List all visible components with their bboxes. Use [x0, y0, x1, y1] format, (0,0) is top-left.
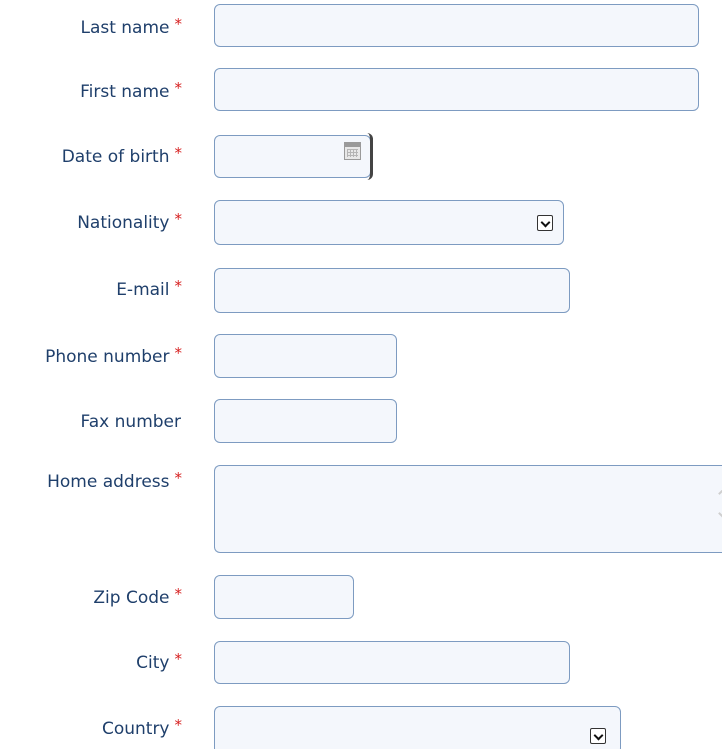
zip-code-label-text: Zip Code — [93, 588, 170, 608]
email-input[interactable] — [214, 268, 570, 313]
email-label-text: E-mail — [116, 280, 170, 300]
date-of-birth-label: Date of birth * — [61, 144, 183, 167]
first-name-input[interactable] — [214, 68, 699, 111]
last-name-label: Last name * — [80, 15, 183, 38]
first-name-label: First name * — [80, 79, 183, 102]
date-of-birth-label-text: Date of birth — [61, 147, 170, 167]
scroll-down-icon[interactable] — [718, 507, 722, 520]
last-name-label-text: Last name — [80, 18, 170, 38]
zip-code-input[interactable] — [214, 575, 354, 619]
nationality-label-text: Nationality — [77, 213, 170, 233]
required-marker: * — [174, 15, 183, 33]
date-picker-wrap — [214, 133, 373, 180]
email-label: E-mail * — [116, 277, 183, 300]
chevron-down-icon[interactable] — [537, 214, 553, 231]
chevron-down-icon[interactable] — [590, 728, 606, 744]
required-marker: * — [174, 469, 183, 487]
required-marker: * — [174, 79, 183, 97]
home-address-label: Home address * — [47, 469, 183, 492]
fax-number-input[interactable] — [214, 399, 397, 443]
country-label-text: Country — [101, 719, 170, 739]
phone-number-label: Phone number * — [45, 344, 183, 367]
required-marker: * — [174, 650, 183, 668]
home-address-scroll-wrap — [214, 465, 722, 553]
required-marker: * — [174, 144, 183, 162]
required-marker: * — [174, 344, 183, 362]
last-name-input[interactable] — [214, 4, 699, 47]
calendar-icon[interactable] — [344, 142, 361, 160]
phone-number-input[interactable] — [214, 334, 397, 378]
fax-number-label-text: Fax number — [80, 412, 181, 432]
required-marker: * — [174, 277, 183, 295]
scroll-arrows-icon[interactable] — [718, 487, 722, 527]
required-marker: * — [174, 210, 183, 228]
first-name-label-text: First name — [80, 82, 170, 102]
zip-code-label: Zip Code * — [93, 585, 183, 608]
scroll-up-icon[interactable] — [718, 487, 722, 500]
fax-number-label: Fax number — [81, 412, 181, 432]
country-label: Country * — [101, 716, 183, 739]
required-marker: * — [174, 585, 183, 603]
home-address-label-text: Home address — [47, 472, 170, 492]
city-label-text: City — [136, 653, 170, 673]
personal-details-form: Last name * First name * Date of birth * Na… — [0, 0, 722, 749]
country-select[interactable] — [214, 706, 621, 749]
nationality-label: Nationality * — [77, 210, 183, 233]
city-label: City * — [136, 650, 183, 673]
phone-number-label-text: Phone number — [45, 347, 170, 367]
city-input[interactable] — [214, 641, 570, 684]
required-marker: * — [174, 716, 183, 734]
nationality-select[interactable] — [214, 200, 564, 245]
